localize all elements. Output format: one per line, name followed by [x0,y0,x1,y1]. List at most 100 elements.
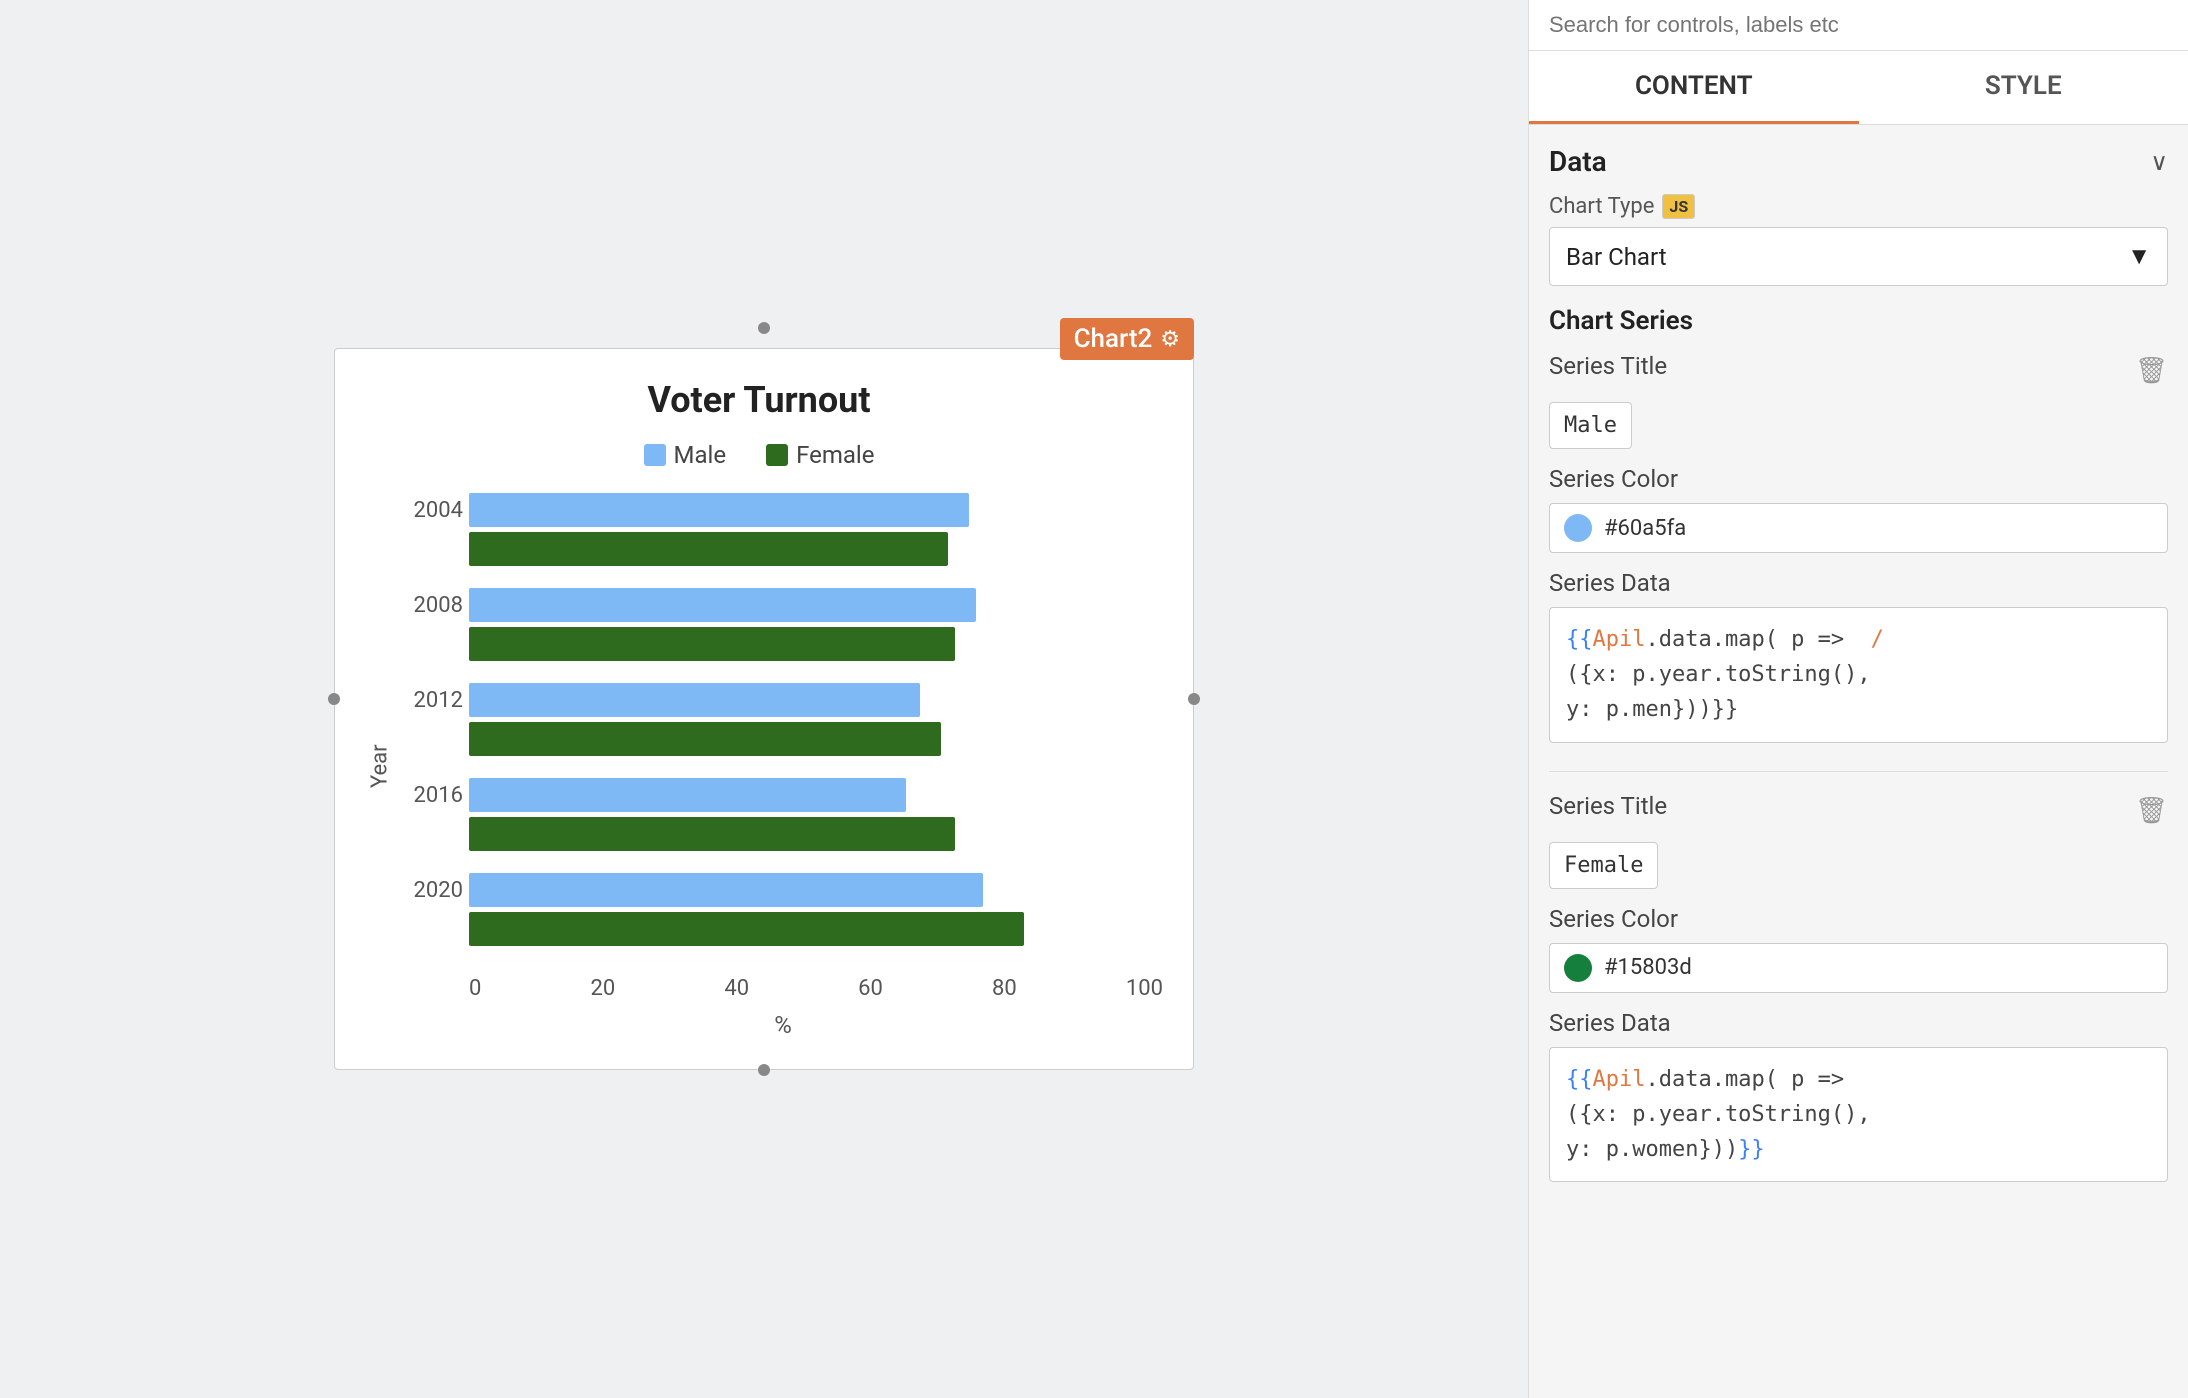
bar-row-male-2012: 2012 [403,683,1163,717]
bar-year-label-2008: 2008 [403,593,463,618]
series-1-header: Series Title 🗑 [1549,352,2168,390]
bar-fill-male-2020 [469,873,983,907]
series-1-color-label: Series Color [1549,465,2168,493]
bar-fill-female-2020 [469,912,1024,946]
resize-handle-top[interactable] [758,322,770,334]
series-1-delete-icon[interactable]: 🗑 [2135,356,2168,386]
legend-female: Female [766,441,874,469]
bar-row-female-2020 [403,912,1163,946]
series-1-title-input[interactable]: Male [1549,402,1632,449]
bar-fill-male-2008 [469,588,976,622]
chart-badge-label: Chart2 [1074,324,1153,354]
bar-row-male-2004: 2004 [403,493,1163,527]
bar-group-2012: 2012 [403,683,1163,756]
chart-widget-wrapper: Chart2 ⚙ Voter Turnout Male Female Year [334,328,1194,1070]
bar-group-2020: 2020 [403,873,1163,946]
bar-fill-female-2012 [469,722,941,756]
resize-handle-bottom[interactable] [758,1064,770,1076]
chevron-down-icon: ∨ [2150,148,2168,176]
series-2-delete-icon[interactable]: 🗑 [2135,796,2168,826]
select-chevron-icon: ▼ [2127,242,2151,271]
bar-year-label-2012: 2012 [403,688,463,713]
data-section-title: Data [1549,145,1607,178]
series-1-color-swatch [1564,514,1592,542]
tab-content[interactable]: CONTENT [1529,51,1859,124]
series-2-color-value: #15803d [1604,955,1692,980]
series-2-data-label: Series Data [1549,1009,2168,1037]
chart-series-title: Chart Series [1549,306,2168,336]
series-divider [1549,771,2168,772]
series-1-data-label: Series Data [1549,569,2168,597]
series-1-title-label: Series Title [1549,352,1667,380]
bar-fill-female-2016 [469,817,955,851]
data-section-header[interactable]: Data ∨ [1549,145,2168,178]
x-tick-100: 100 [1126,976,1163,1001]
series-2-color-label: Series Color [1549,905,2168,933]
bars-section: 2004 2008 2012 2016 2020 [403,493,1163,968]
chart-badge[interactable]: Chart2 ⚙ [1060,318,1194,360]
series-1-color-value: #60a5fa [1604,516,1686,541]
resize-handle-left[interactable] [328,693,340,705]
bar-group-2016: 2016 [403,778,1163,851]
bar-fill-male-2004 [469,493,969,527]
bar-group-2004: 2004 [403,493,1163,566]
chart-body: Year 2004 2008 2012 2016 2020 0 20 40 60 80 100 % [365,493,1163,1039]
bar-row-female-2004 [403,532,1163,566]
x-axis: 0 20 40 60 80 100 [403,976,1163,1001]
x-tick-20: 20 [590,976,615,1001]
series-1-section: Series Title 🗑 Male Series Color #60a5fa… [1549,352,2168,743]
js-badge: JS [1662,194,1695,219]
right-panel: CONTENT STYLE Data ∨ Chart Type JS Bar C… [1528,0,2188,1398]
x-tick-0: 0 [469,976,481,1001]
series-2-header: Series Title 🗑 [1549,792,2168,830]
x-tick-40: 40 [724,976,749,1001]
gear-icon: ⚙ [1160,327,1180,352]
search-bar [1529,0,2188,51]
series-1-data-box[interactable]: {{Apil.data.map( p => / ({x: p.year.toSt… [1549,607,2168,743]
bar-fill-male-2012 [469,683,920,717]
chart-area: Year 2004 2008 2012 2016 2020 0 20 40 60 80 100 % [355,493,1163,1039]
series-2-color-swatch [1564,954,1592,982]
bar-row-female-2008 [403,627,1163,661]
bar-row-male-2008: 2008 [403,588,1163,622]
bar-row-male-2020: 2020 [403,873,1163,907]
panel-content: Data ∨ Chart Type JS Bar Chart ▼ Chart S… [1529,125,2188,1398]
series-2-title-label: Series Title [1549,792,1667,820]
search-input[interactable] [1549,12,2168,38]
y-axis-label: Year [365,493,395,1039]
series-2-color-input[interactable]: #15803d [1549,943,2168,993]
bar-group-2008: 2008 [403,588,1163,661]
chart-card: Voter Turnout Male Female Year [334,348,1194,1070]
series-2-title-input[interactable]: Female [1549,842,1658,889]
bar-year-label-2016: 2016 [403,783,463,808]
bar-fill-female-2008 [469,627,955,661]
tab-style[interactable]: STYLE [1859,51,2188,124]
bars-and-axis: 2004 2008 2012 2016 2020 0 20 40 60 80 100 % [403,493,1163,1039]
bar-year-label-2004: 2004 [403,498,463,523]
x-tick-80: 80 [992,976,1017,1001]
chart-type-select[interactable]: Bar Chart ▼ [1549,227,2168,286]
panel-tabs: CONTENT STYLE [1529,51,2188,125]
chart-type-label: Chart Type JS [1549,194,2168,219]
series-2-section: Series Title 🗑 Female Series Color #1580… [1549,792,2168,1183]
bar-row-female-2016 [403,817,1163,851]
x-axis-label: % [403,1011,1163,1039]
chart-type-field: Chart Type JS Bar Chart ▼ [1549,194,2168,286]
legend-label-female: Female [796,441,874,469]
chart-title: Voter Turnout [355,379,1163,421]
bar-year-label-2020: 2020 [403,878,463,903]
chart-legend: Male Female [355,441,1163,469]
legend-label-male: Male [674,441,727,469]
resize-handle-right[interactable] [1188,693,1200,705]
x-tick-60: 60 [858,976,883,1001]
bar-row-female-2012 [403,722,1163,756]
bar-row-male-2016: 2016 [403,778,1163,812]
legend-male: Male [644,441,727,469]
bar-fill-female-2004 [469,532,948,566]
legend-swatch-male [644,444,666,466]
bar-fill-male-2016 [469,778,906,812]
series-1-color-input[interactable]: #60a5fa [1549,503,2168,553]
left-panel: Chart2 ⚙ Voter Turnout Male Female Year [0,0,1528,1398]
series-2-data-box[interactable]: {{Apil.data.map( p => ({x: p.year.toStri… [1549,1047,2168,1183]
legend-swatch-female [766,444,788,466]
